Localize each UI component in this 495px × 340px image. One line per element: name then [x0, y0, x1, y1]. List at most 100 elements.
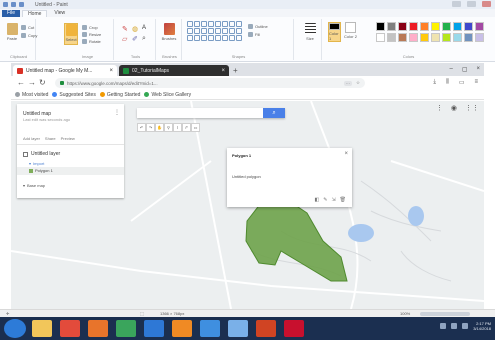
tab-home[interactable]: Home	[22, 10, 48, 17]
share-button[interactable]: Share	[45, 136, 56, 141]
library-icon[interactable]: ⫼	[446, 79, 449, 86]
palette-swatch[interactable]	[431, 22, 440, 31]
more-options-icon[interactable]: ⋮	[114, 109, 120, 116]
chrome-icon[interactable]	[60, 320, 80, 337]
app-icon-green[interactable]	[116, 320, 136, 337]
download-icon[interactable]: ⤓	[433, 79, 436, 86]
color-picker-icon[interactable]: ✐	[132, 35, 138, 43]
close-icon[interactable]: ×	[344, 151, 348, 157]
brushes-button[interactable]: Brushes	[162, 23, 176, 45]
hand-icon[interactable]: ✋	[155, 123, 164, 132]
browser-maximize-icon[interactable]: ▢	[462, 66, 468, 73]
fill-icon[interactable]: ◍	[132, 25, 138, 33]
map-search-box[interactable]: ⌕	[137, 108, 285, 118]
palette-swatch[interactable]	[376, 22, 385, 31]
palette-swatch[interactable]	[442, 33, 451, 42]
style-icon[interactable]: ◧	[315, 197, 320, 203]
new-tab-button[interactable]: +	[233, 66, 238, 75]
size-button[interactable]: Size	[303, 23, 317, 45]
palette-swatch[interactable]	[387, 22, 396, 31]
maximize-button[interactable]	[467, 1, 476, 7]
address-bar[interactable]: https://www.google.com/maps/d/edit?mid=1…	[55, 78, 365, 88]
pdf-icon[interactable]	[284, 320, 304, 337]
minimize-button[interactable]	[452, 1, 461, 7]
menu-icon[interactable]: ≡	[474, 79, 478, 86]
draw-line-icon[interactable]: ⌇	[173, 123, 182, 132]
palette-swatch[interactable]	[442, 22, 451, 31]
flag-icon[interactable]	[462, 323, 469, 329]
copy-button[interactable]: Copy	[21, 32, 37, 38]
layer-item[interactable]: Untitled layer	[23, 151, 60, 157]
eraser-icon[interactable]: ▱	[122, 35, 127, 43]
shapes-gallery[interactable]	[187, 21, 242, 43]
tab-file[interactable]: File	[2, 10, 21, 17]
feature-row[interactable]: Polygon 1	[17, 167, 124, 175]
palette-swatch[interactable]	[387, 33, 396, 42]
marker-icon[interactable]: ⚲	[164, 123, 173, 132]
paint-icon[interactable]	[228, 320, 248, 337]
browser-tab-mymaps[interactable]: Untitled map - Google My M... ×	[13, 65, 117, 76]
browser-close-icon[interactable]: ×	[476, 66, 480, 73]
directions-icon[interactable]: ⇲	[331, 197, 335, 203]
palette-swatch[interactable]	[475, 33, 484, 42]
more-icon[interactable]: ⋮	[436, 104, 443, 112]
map-canvas[interactable]: Untitled map Last edit was seconds ago ⋮…	[11, 101, 484, 309]
bookmark-star-icon[interactable]: ☆	[356, 80, 360, 86]
import-link[interactable]: ▾ Import	[29, 161, 44, 166]
palette-swatch[interactable]	[420, 33, 429, 42]
redo-icon[interactable]	[19, 2, 24, 7]
tab-view[interactable]: View	[49, 10, 70, 17]
back-icon[interactable]: ←	[17, 78, 25, 87]
save-icon[interactable]	[3, 2, 8, 7]
network-icon[interactable]	[440, 323, 447, 329]
cut-button[interactable]: Cut	[21, 24, 34, 30]
delete-icon[interactable]: 🗑	[340, 197, 346, 203]
palette-swatch[interactable]	[398, 22, 407, 31]
outline-button[interactable]: Outline	[248, 23, 268, 29]
paste-button[interactable]: Paste	[5, 23, 19, 45]
resize-button[interactable]: Resize	[82, 31, 101, 37]
palette-swatch[interactable]	[409, 22, 418, 31]
browser-tab-tutorial[interactable]: 02_TutorialMaps ×	[119, 65, 229, 76]
palette-swatch[interactable]	[409, 33, 418, 42]
palette-swatch[interactable]	[420, 22, 429, 31]
add-layer-button[interactable]: Add layer	[23, 136, 40, 141]
reload-icon[interactable]: ↻	[39, 78, 46, 87]
ppt-icon[interactable]	[256, 320, 276, 337]
volume-icon[interactable]	[451, 323, 458, 329]
explorer-icon[interactable]	[32, 320, 52, 337]
bookmark-most-visited[interactable]: Most visited	[15, 92, 48, 98]
palette-swatch[interactable]	[431, 33, 440, 42]
firefox-icon[interactable]	[88, 320, 108, 337]
forward-icon[interactable]: →	[28, 78, 36, 87]
browser-minimize-icon[interactable]: –	[449, 66, 452, 73]
preview-button[interactable]: Preview	[61, 136, 75, 141]
rotate-button[interactable]: Rotate	[82, 38, 101, 44]
search-button[interactable]: ⌕	[263, 108, 285, 118]
apps-icon[interactable]: ⋮⋮	[465, 104, 479, 112]
palette-swatch[interactable]	[464, 33, 473, 42]
close-tab-icon[interactable]: ×	[109, 68, 113, 74]
color2-button[interactable]: Color 2	[344, 22, 357, 42]
undo-map-icon[interactable]: ↶	[137, 123, 146, 132]
close-tab-icon[interactable]: ×	[221, 68, 225, 74]
bookmark-web-slice-gallery[interactable]: Web Slice Gallery	[144, 92, 191, 98]
bookmark-suggested-sites[interactable]: Suggested Sites	[52, 92, 96, 98]
pencil-icon[interactable]: ✎	[122, 25, 128, 33]
palette-swatch[interactable]	[398, 33, 407, 42]
fill-button[interactable]: Fill	[248, 31, 260, 37]
edit-icon[interactable]: ✎	[323, 197, 327, 203]
sidebar-icon[interactable]: ▭	[459, 79, 465, 86]
close-button[interactable]	[482, 1, 491, 7]
select-button[interactable]: Select	[64, 23, 78, 45]
crop-button[interactable]: Crop	[82, 24, 98, 30]
bookmark-getting-started[interactable]: Getting Started	[99, 92, 140, 98]
palette-swatch[interactable]	[453, 22, 462, 31]
vlc-icon[interactable]	[172, 320, 192, 337]
palette-swatch[interactable]	[376, 33, 385, 42]
magnifier-icon[interactable]: ⌕	[142, 35, 146, 43]
ruler-icon[interactable]: ▭	[191, 123, 200, 132]
media-icon[interactable]	[144, 320, 164, 337]
start-button[interactable]	[4, 319, 26, 338]
palette-swatch[interactable]	[453, 33, 462, 42]
